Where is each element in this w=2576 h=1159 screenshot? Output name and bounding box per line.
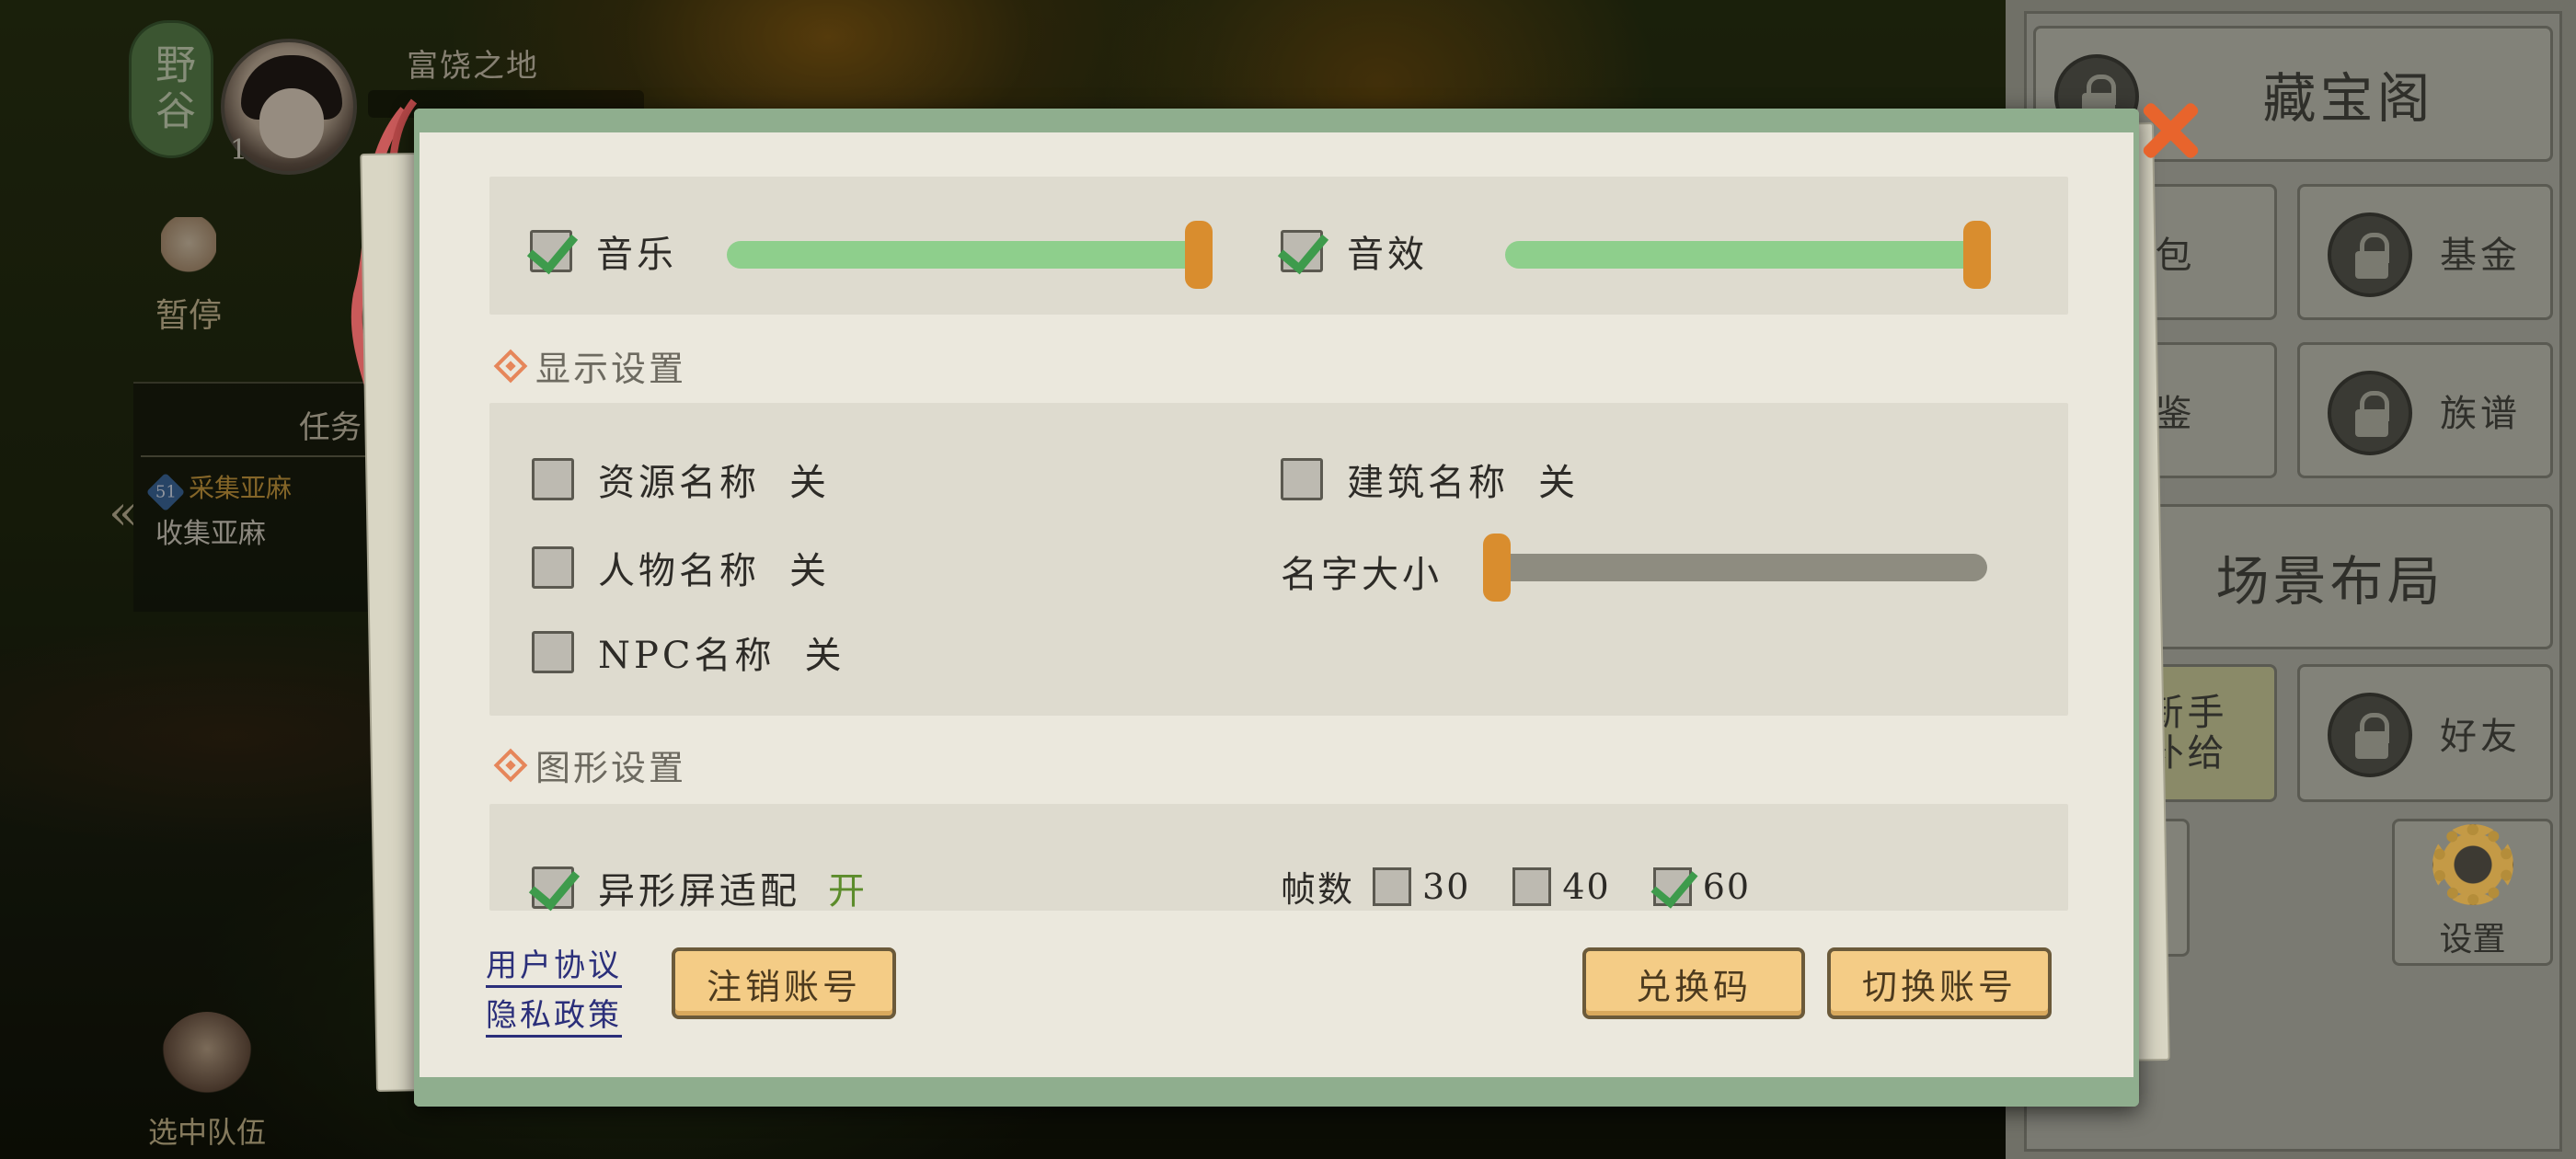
name-size-slider[interactable] <box>1483 534 1987 602</box>
genealogy-label: 族谱 <box>2440 393 2521 435</box>
building-name-label: 建筑名称 <box>1347 462 1509 504</box>
sfx-toggle[interactable]: 音效 <box>1281 224 1428 278</box>
lock-icon <box>2328 693 2412 777</box>
fps-30-label: 30 <box>1422 866 1471 907</box>
sfx-checkbox[interactable] <box>1281 230 1323 272</box>
music-label: 音乐 <box>596 234 677 276</box>
game-scene: 野谷 1 富饶之地 暂停 任务 51采集亚麻 收集亚麻 « 选中队伍 藏宝阁 礼… <box>0 0 2576 1159</box>
fps-label: 帧数 <box>1281 869 1355 910</box>
fps-60-label: 60 <box>1702 866 1752 907</box>
switch-account-button[interactable]: 切换账号 <box>1827 947 2052 1019</box>
gear-icon <box>2432 824 2513 905</box>
npc-name-value: 关 <box>804 635 845 677</box>
fps-30-checkbox[interactable] <box>1373 866 1412 906</box>
resource-name-value: 关 <box>789 462 830 504</box>
notch-adapt-checkbox[interactable] <box>532 866 574 909</box>
delete-account-button[interactable]: 注销账号 <box>672 947 896 1019</box>
fps-60-checkbox[interactable] <box>1652 866 1692 906</box>
scene-layout-label: 场景布局 <box>2215 550 2444 613</box>
resource-name-checkbox[interactable] <box>532 458 574 500</box>
notch-adapt-toggle[interactable]: 异形屏适配 开 <box>532 861 868 914</box>
sfx-volume-slider[interactable] <box>1505 221 1991 289</box>
friends-button[interactable]: 好友 <box>2297 664 2553 802</box>
resource-name-label: 资源名称 <box>598 462 760 504</box>
settings-button[interactable]: 设置 <box>2392 819 2553 966</box>
treasure-label: 藏宝阁 <box>2262 67 2434 130</box>
character-name-label: 人物名称 <box>598 550 760 592</box>
diamond-icon <box>493 349 528 383</box>
music-toggle[interactable]: 音乐 <box>530 224 677 278</box>
settings-label: 设置 <box>2439 921 2506 958</box>
close-icon[interactable] <box>2133 94 2206 167</box>
fps-row: 帧数 30 40 60 <box>1281 861 1751 912</box>
diamond-icon <box>493 748 528 782</box>
genealogy-button[interactable]: 族谱 <box>2297 342 2553 478</box>
building-name-toggle[interactable]: 建筑名称 关 <box>1281 453 1579 506</box>
display-settings-header: 显示设置 <box>493 340 687 391</box>
character-name-value: 关 <box>789 550 830 592</box>
character-name-checkbox[interactable] <box>532 546 574 589</box>
character-name-toggle[interactable]: 人物名称 关 <box>532 541 830 594</box>
graphics-settings-title: 图形设置 <box>535 748 687 788</box>
sfx-label: 音效 <box>1347 234 1428 276</box>
lock-icon <box>2328 371 2412 455</box>
resource-name-toggle[interactable]: 资源名称 关 <box>532 453 830 506</box>
notch-adapt-value: 开 <box>828 870 868 912</box>
name-size-label: 名字大小 <box>1281 554 1443 596</box>
npc-name-toggle[interactable]: NPC名称 关 <box>532 625 845 679</box>
fps-40-checkbox[interactable] <box>1512 866 1552 906</box>
fund-label: 基金 <box>2440 235 2521 277</box>
display-settings-title: 显示设置 <box>535 349 687 389</box>
name-size-row: 名字大小 <box>1281 545 1443 598</box>
music-volume-slider[interactable] <box>727 221 1213 289</box>
name-size-handle[interactable] <box>1483 534 1511 602</box>
building-name-checkbox[interactable] <box>1281 458 1323 500</box>
npc-name-label: NPC名称 <box>598 635 776 677</box>
friends-label: 好友 <box>2440 716 2521 758</box>
privacy-policy-link[interactable]: 隐私政策 <box>486 990 622 1038</box>
redeem-code-button[interactable]: 兑换码 <box>1582 947 1805 1019</box>
music-volume-handle[interactable] <box>1185 221 1213 289</box>
user-agreement-link[interactable]: 用户协议 <box>486 940 622 988</box>
npc-name-checkbox[interactable] <box>532 631 574 673</box>
building-name-value: 关 <box>1538 462 1579 504</box>
sfx-volume-handle[interactable] <box>1963 221 1991 289</box>
notch-adapt-label: 异形屏适配 <box>598 870 800 912</box>
fps-40-label: 40 <box>1562 866 1611 907</box>
lock-icon <box>2328 212 2412 297</box>
graphics-settings-header: 图形设置 <box>493 740 687 790</box>
music-checkbox[interactable] <box>530 230 572 272</box>
fund-button[interactable]: 基金 <box>2297 184 2553 320</box>
